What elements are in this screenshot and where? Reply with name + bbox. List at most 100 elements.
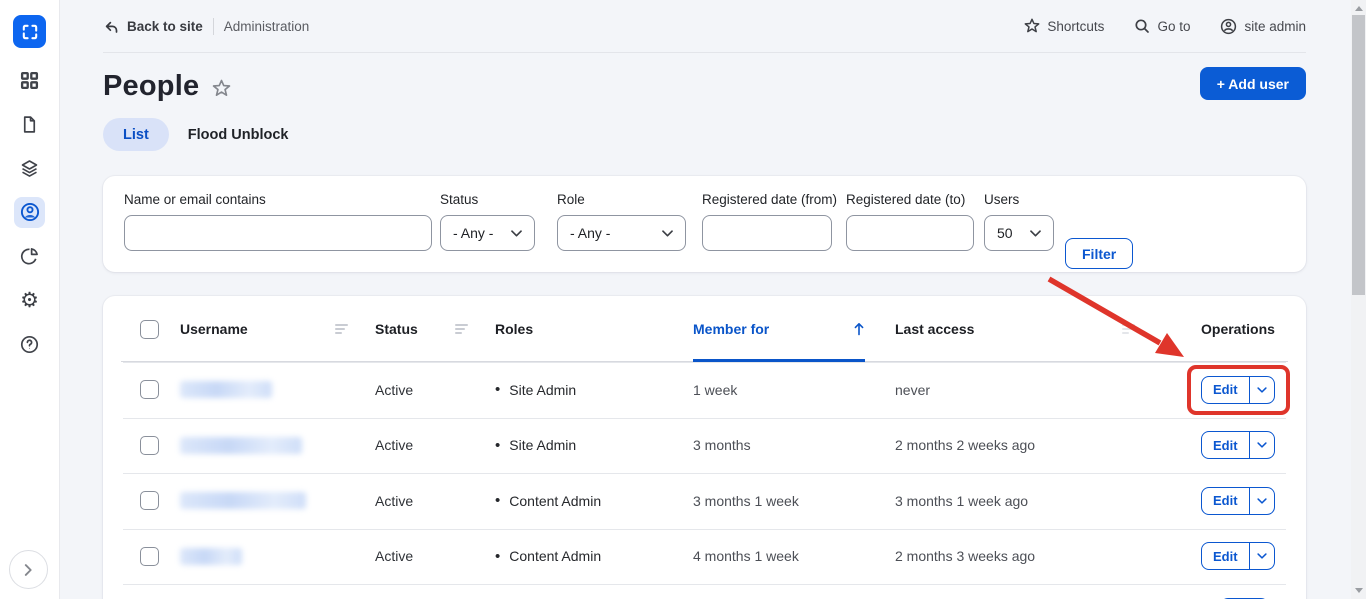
help-icon <box>20 335 39 354</box>
sidebar-item-help[interactable] <box>14 329 45 360</box>
edit-split-button[interactable]: Edit <box>1201 487 1275 515</box>
search-icon <box>1134 18 1150 34</box>
go-to-label: Go to <box>1157 19 1190 34</box>
chevron-down-icon <box>511 230 522 237</box>
operations-header-label: Operations <box>1201 321 1275 337</box>
sidebar-item-reports[interactable] <box>14 241 45 272</box>
username-redacted[interactable] <box>180 381 272 398</box>
role-bullet: • <box>495 438 500 453</box>
last-access-cell: 2 months 3 weeks ago <box>895 548 1201 564</box>
role-bullet: • <box>495 549 500 564</box>
sidebar-nav: ⚙ <box>0 58 59 366</box>
role-label: Content Admin <box>509 548 601 564</box>
status-filter-select[interactable]: - Any - <box>440 215 535 251</box>
user-avatar-icon <box>1220 18 1237 35</box>
username-redacted[interactable] <box>180 437 302 454</box>
registered-to-input[interactable] <box>846 215 974 251</box>
document-icon <box>20 115 39 134</box>
users-count-select[interactable]: 50 <box>984 215 1054 251</box>
sidebar-expand-button[interactable] <box>9 550 48 589</box>
username-redacted[interactable] <box>180 492 306 509</box>
gear-icon: ⚙ <box>20 290 39 311</box>
tab-flood-unblock[interactable]: Flood Unblock <box>188 118 289 151</box>
status-cell: Active <box>375 437 495 453</box>
account-menu[interactable]: site admin <box>1220 18 1306 35</box>
registered-from-input[interactable] <box>702 215 832 251</box>
bookmark-star-icon[interactable] <box>212 79 231 98</box>
breadcrumb-administration[interactable]: Administration <box>224 19 310 34</box>
operations-dropdown-toggle[interactable] <box>1249 377 1274 403</box>
member-for-cell: 4 months 1 week <box>693 548 895 564</box>
main-content: Back to site Administration Shortcuts Go… <box>103 0 1306 599</box>
topbar-actions: Shortcuts Go to site admin <box>1024 18 1306 35</box>
filter-submit-button[interactable]: Filter <box>1065 238 1133 269</box>
shortcuts-label: Shortcuts <box>1047 19 1104 34</box>
member-for-header-label: Member for <box>693 321 769 337</box>
sidebar-item-people[interactable] <box>14 197 45 228</box>
layers-icon <box>20 159 39 178</box>
sidebar-item-settings[interactable]: ⚙ <box>14 285 45 316</box>
roles-header-label: Roles <box>495 321 533 337</box>
sidebar: ⚙ <box>0 0 60 599</box>
operations-cell: Edit <box>1201 376 1275 404</box>
column-header-member-for[interactable]: Member for <box>693 296 895 362</box>
column-header-status[interactable]: Status <box>375 296 495 362</box>
shortcuts-link[interactable]: Shortcuts <box>1024 18 1104 34</box>
return-arrow-icon <box>103 19 119 34</box>
member-for-cell: 1 week <box>693 382 895 398</box>
row-checkbox[interactable] <box>140 380 159 399</box>
status-cell: Active <box>375 382 495 398</box>
scroll-down-arrow[interactable] <box>1355 588 1363 593</box>
tab-list[interactable]: List <box>103 118 169 151</box>
operations-dropdown-toggle[interactable] <box>1249 432 1274 458</box>
row-checkbox-cell <box>140 547 180 566</box>
operations-dropdown-toggle[interactable] <box>1249 488 1274 514</box>
scroll-up-arrow[interactable] <box>1355 6 1363 11</box>
pie-chart-icon <box>20 247 39 266</box>
row-checkbox[interactable] <box>140 436 159 455</box>
grid-icon <box>20 71 39 90</box>
table-body: Active •Site Admin 1 week never Edit Ac <box>103 362 1306 584</box>
username-header-label: Username <box>180 321 248 337</box>
back-to-site-link[interactable]: Back to site <box>103 19 203 34</box>
sidebar-item-dashboard[interactable] <box>14 65 45 96</box>
table-row: Active •Site Admin 1 week never Edit <box>103 362 1306 418</box>
sidebar-item-content[interactable] <box>14 109 45 140</box>
row-checkbox[interactable] <box>140 491 159 510</box>
edit-split-button[interactable]: Edit <box>1201 376 1275 404</box>
add-user-button[interactable]: + Add user <box>1200 67 1306 100</box>
row-checkbox[interactable] <box>140 547 159 566</box>
chevron-down-icon <box>1030 230 1041 237</box>
role-filter-select[interactable]: - Any - <box>557 215 686 251</box>
vertical-scrollbar[interactable] <box>1351 0 1366 599</box>
edit-split-button[interactable]: Edit <box>1201 431 1275 459</box>
star-icon <box>1024 18 1040 34</box>
role-bullet: • <box>495 493 500 508</box>
back-to-site-label: Back to site <box>127 19 203 34</box>
viewfinder-logo-icon[interactable] <box>13 15 46 48</box>
select-all-cell <box>140 296 180 362</box>
username-cell <box>180 437 375 454</box>
username-cell <box>180 492 375 509</box>
status-filter-label: Status <box>440 192 535 207</box>
role-label: Site Admin <box>509 382 576 398</box>
breadcrumb: Back to site Administration <box>103 18 309 35</box>
column-header-last-access[interactable]: Last access <box>895 296 1201 362</box>
username-redacted[interactable] <box>180 548 242 565</box>
sidebar-item-structure[interactable] <box>14 153 45 184</box>
operations-dropdown-toggle[interactable] <box>1249 543 1274 569</box>
edit-button[interactable]: Edit <box>1202 488 1249 514</box>
edit-button[interactable]: Edit <box>1202 543 1249 569</box>
last-access-cell: never <box>895 382 1201 398</box>
edit-split-button[interactable]: Edit <box>1201 542 1275 570</box>
last-access-cell: 2 months 2 weeks ago <box>895 437 1201 453</box>
edit-button[interactable]: Edit <box>1202 377 1249 403</box>
go-to-search[interactable]: Go to <box>1134 18 1190 34</box>
table-header-row: Username Status Roles Member for Last ac… <box>103 296 1306 362</box>
scrollbar-thumb[interactable] <box>1352 15 1365 295</box>
edit-button[interactable]: Edit <box>1202 432 1249 458</box>
name-filter-input[interactable] <box>124 215 432 251</box>
column-header-username[interactable]: Username <box>180 296 375 362</box>
select-all-checkbox[interactable] <box>140 320 159 339</box>
chevron-right-icon <box>24 564 33 576</box>
